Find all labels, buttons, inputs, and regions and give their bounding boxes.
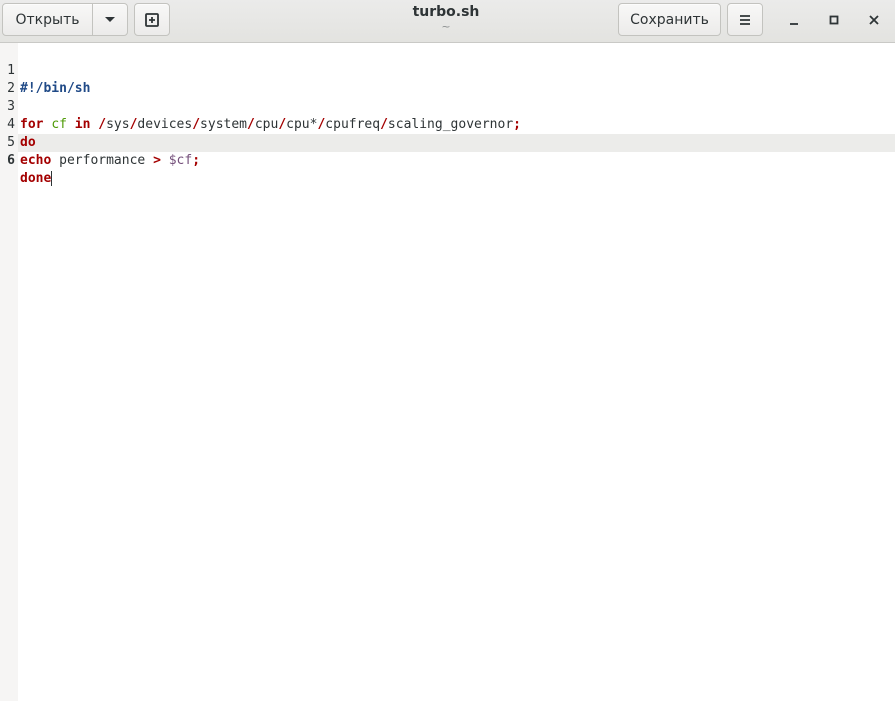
path-separator: / xyxy=(380,117,388,132)
open-button-group: Открыть xyxy=(2,3,128,36)
code-line[interactable]: 4 do xyxy=(0,98,35,150)
chevron-down-icon xyxy=(105,16,115,22)
open-button[interactable]: Открыть xyxy=(2,3,93,36)
path-separator: / xyxy=(247,117,255,132)
variable-reference: $cf xyxy=(168,153,193,168)
loop-variable: cf xyxy=(51,117,67,132)
semicolon: ; xyxy=(192,153,201,168)
path-segment: scaling_governor xyxy=(387,117,514,132)
code-line[interactable]: 3 for cf in /sys/devices/system/cpu/cpu*… xyxy=(0,80,521,132)
menu-button[interactable] xyxy=(727,3,763,36)
keyword-done: done xyxy=(20,171,52,186)
path-separator: / xyxy=(98,117,107,132)
code-line[interactable]: 5 echo performance > $cf; xyxy=(0,116,200,168)
document-title: turbo.sh xyxy=(412,4,480,20)
redirect-operator: > xyxy=(153,153,161,168)
code-line[interactable]: 2 xyxy=(0,62,31,96)
maximize-icon xyxy=(829,15,839,25)
close-button[interactable] xyxy=(862,8,886,32)
path-segment: sys xyxy=(106,117,130,132)
header-bar: Открыть turbo.sh ~ Сохранить xyxy=(0,0,895,43)
text-editor[interactable]: 1 #!/bin/sh 2 3 for cf in /sys/devices/s… xyxy=(0,43,895,701)
text-cursor xyxy=(51,171,53,186)
minimize-button[interactable] xyxy=(782,8,806,32)
path-segment: cpu xyxy=(254,117,279,132)
path-separator: / xyxy=(192,117,201,132)
open-button-label: Открыть xyxy=(15,11,80,28)
line-number: 6 xyxy=(7,153,15,168)
open-recent-dropdown-button[interactable] xyxy=(92,3,128,36)
document-path: ~ xyxy=(441,20,451,33)
path-segment: cpu xyxy=(286,117,310,132)
code-line-current[interactable]: 6 done xyxy=(0,134,53,186)
echo-argument: performance xyxy=(59,153,146,168)
semicolon: ; xyxy=(513,117,521,132)
title-area: turbo.sh ~ xyxy=(346,3,546,33)
new-tab-icon xyxy=(145,12,159,27)
path-segment: cpufreq xyxy=(325,117,381,132)
hamburger-menu-icon xyxy=(740,14,750,25)
save-button[interactable]: Сохранить xyxy=(618,3,721,36)
maximize-button[interactable] xyxy=(822,8,846,32)
path-segment: devices xyxy=(137,117,193,132)
current-line-highlight xyxy=(18,134,895,152)
close-icon xyxy=(869,15,879,25)
keyword-in: in xyxy=(74,117,91,132)
path-segment: system xyxy=(200,117,248,132)
minimize-icon xyxy=(790,23,798,25)
path-separator: / xyxy=(278,117,287,132)
new-document-button[interactable] xyxy=(134,3,170,36)
save-button-label: Сохранить xyxy=(630,11,709,28)
code-line[interactable]: 1 #!/bin/sh xyxy=(0,44,90,96)
